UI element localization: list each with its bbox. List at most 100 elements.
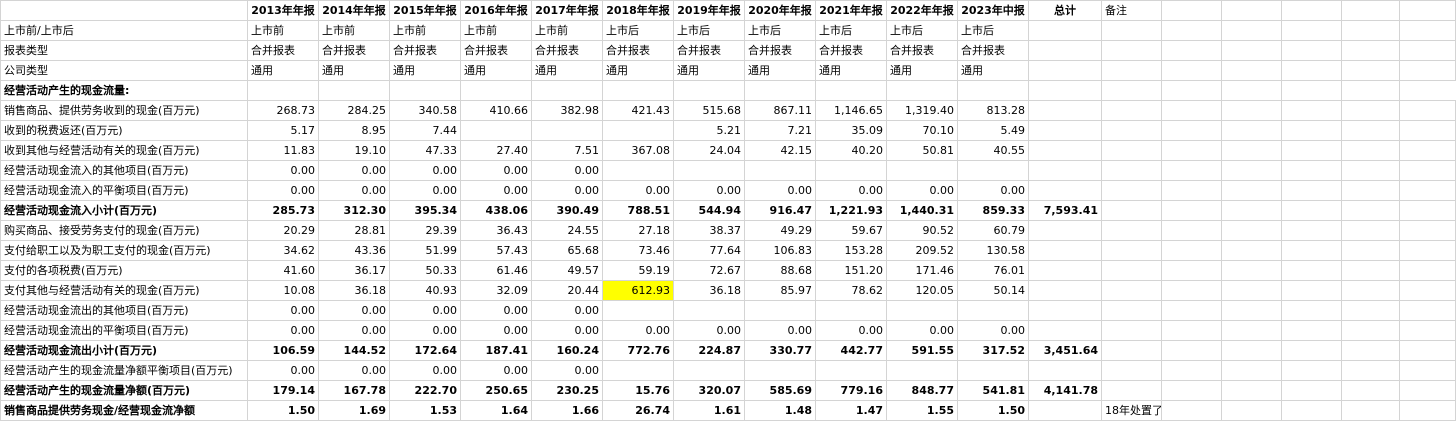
remark-cell[interactable]: [1101, 160, 1162, 181]
empty-cell[interactable]: [1341, 400, 1400, 421]
value-cell[interactable]: 0.00: [460, 320, 532, 341]
value-cell[interactable]: 0.00: [886, 320, 958, 341]
remark-cell[interactable]: 18年处置了一家子公司，经营现金流出显著偏离均值: [1101, 400, 1162, 421]
column-header-2019[interactable]: 2019年年报: [673, 0, 745, 21]
value-cell[interactable]: 106.83: [744, 240, 816, 261]
value-cell[interactable]: [957, 300, 1029, 321]
empty-cell[interactable]: [1101, 60, 1162, 81]
value-cell[interactable]: 541.81: [957, 380, 1029, 401]
empty-cell[interactable]: [744, 80, 816, 101]
value-cell[interactable]: 72.67: [673, 260, 745, 281]
column-header-2013[interactable]: 2013年年报: [247, 0, 319, 21]
empty-cell[interactable]: [1281, 20, 1342, 41]
value-cell[interactable]: 340.58: [389, 100, 461, 121]
empty-cell[interactable]: [1341, 220, 1400, 241]
meta-cell[interactable]: 通用: [815, 60, 887, 81]
value-cell[interactable]: 0.00: [247, 360, 319, 381]
value-cell[interactable]: 49.29: [744, 220, 816, 241]
empty-cell[interactable]: [1221, 340, 1282, 361]
meta-cell[interactable]: 上市后: [602, 20, 674, 41]
value-cell[interactable]: 1.69: [318, 400, 390, 421]
empty-cell[interactable]: [1161, 340, 1222, 361]
value-cell[interactable]: 40.55: [957, 140, 1029, 161]
value-cell[interactable]: 0.00: [531, 320, 603, 341]
row-label[interactable]: 经营活动产生的现金流量净额(百万元): [0, 380, 248, 401]
row-label[interactable]: 经营活动现金流出的平衡项目(百万元): [0, 320, 248, 341]
value-cell[interactable]: 73.46: [602, 240, 674, 261]
value-cell[interactable]: [602, 360, 674, 381]
meta-cell[interactable]: 通用: [531, 60, 603, 81]
empty-cell[interactable]: [1399, 120, 1456, 141]
empty-cell[interactable]: [1399, 260, 1456, 281]
empty-cell[interactable]: [1399, 20, 1456, 41]
empty-cell[interactable]: [247, 80, 319, 101]
empty-cell[interactable]: [1281, 160, 1342, 181]
value-cell[interactable]: [886, 160, 958, 181]
meta-cell[interactable]: 合并报表: [531, 40, 603, 61]
value-cell[interactable]: 1.55: [886, 400, 958, 421]
empty-cell[interactable]: [1221, 120, 1282, 141]
total-cell[interactable]: 3,451.64: [1028, 340, 1102, 361]
empty-cell[interactable]: [1281, 280, 1342, 301]
empty-cell[interactable]: [1281, 400, 1342, 421]
empty-cell[interactable]: [1161, 160, 1222, 181]
value-cell[interactable]: 0.00: [389, 160, 461, 181]
value-cell[interactable]: 130.58: [957, 240, 1029, 261]
remark-cell[interactable]: [1101, 320, 1162, 341]
value-cell[interactable]: 10.08: [247, 280, 319, 301]
row-label[interactable]: 上市前/上市后: [0, 20, 248, 41]
value-cell[interactable]: 29.39: [389, 220, 461, 241]
meta-cell[interactable]: 上市后: [886, 20, 958, 41]
value-cell[interactable]: 1.47: [815, 400, 887, 421]
value-cell[interactable]: 179.14: [247, 380, 319, 401]
value-cell[interactable]: [460, 120, 532, 141]
empty-cell[interactable]: [1101, 40, 1162, 61]
value-cell[interactable]: 0.00: [318, 300, 390, 321]
value-cell[interactable]: [602, 160, 674, 181]
empty-cell[interactable]: [1161, 300, 1222, 321]
value-cell[interactable]: 57.43: [460, 240, 532, 261]
value-cell[interactable]: 1,221.93: [815, 200, 887, 221]
value-cell[interactable]: [815, 360, 887, 381]
empty-cell[interactable]: [1161, 240, 1222, 261]
empty-cell[interactable]: [1161, 60, 1222, 81]
meta-cell[interactable]: 合并报表: [957, 40, 1029, 61]
value-cell[interactable]: 51.99: [389, 240, 461, 261]
empty-cell[interactable]: [1281, 80, 1342, 101]
row-label[interactable]: 报表类型: [0, 40, 248, 61]
value-cell[interactable]: 88.68: [744, 260, 816, 281]
empty-cell[interactable]: [389, 80, 461, 101]
empty-cell[interactable]: [1221, 180, 1282, 201]
value-cell[interactable]: 230.25: [531, 380, 603, 401]
empty-cell[interactable]: [1221, 200, 1282, 221]
row-label[interactable]: 收到的税费返还(百万元): [0, 120, 248, 141]
value-cell[interactable]: 85.97: [744, 280, 816, 301]
remark-cell[interactable]: [1101, 200, 1162, 221]
column-header-2015[interactable]: 2015年年报: [389, 0, 461, 21]
value-cell[interactable]: 250.65: [460, 380, 532, 401]
empty-cell[interactable]: [1341, 320, 1400, 341]
value-cell[interactable]: 867.11: [744, 100, 816, 121]
value-cell[interactable]: [886, 300, 958, 321]
value-cell[interactable]: 1.66: [531, 400, 603, 421]
value-cell[interactable]: 367.08: [602, 140, 674, 161]
value-cell[interactable]: 224.87: [673, 340, 745, 361]
empty-cell[interactable]: [1161, 40, 1222, 61]
value-cell[interactable]: 438.06: [460, 200, 532, 221]
value-cell[interactable]: [673, 300, 745, 321]
empty-cell[interactable]: [1161, 360, 1222, 381]
row-label[interactable]: 收到其他与经营活动有关的现金(百万元): [0, 140, 248, 161]
value-cell[interactable]: 120.05: [886, 280, 958, 301]
value-cell[interactable]: 7.51: [531, 140, 603, 161]
empty-cell[interactable]: [1281, 360, 1342, 381]
empty-cell[interactable]: [1341, 100, 1400, 121]
value-cell[interactable]: 42.15: [744, 140, 816, 161]
value-cell[interactable]: 5.17: [247, 120, 319, 141]
value-cell[interactable]: 1.53: [389, 400, 461, 421]
value-cell[interactable]: 144.52: [318, 340, 390, 361]
meta-cell[interactable]: 通用: [744, 60, 816, 81]
empty-cell[interactable]: [1221, 380, 1282, 401]
empty-cell[interactable]: [1221, 260, 1282, 281]
row-label[interactable]: 销售商品、提供劳务收到的现金(百万元): [0, 100, 248, 121]
empty-cell[interactable]: [1341, 120, 1400, 141]
